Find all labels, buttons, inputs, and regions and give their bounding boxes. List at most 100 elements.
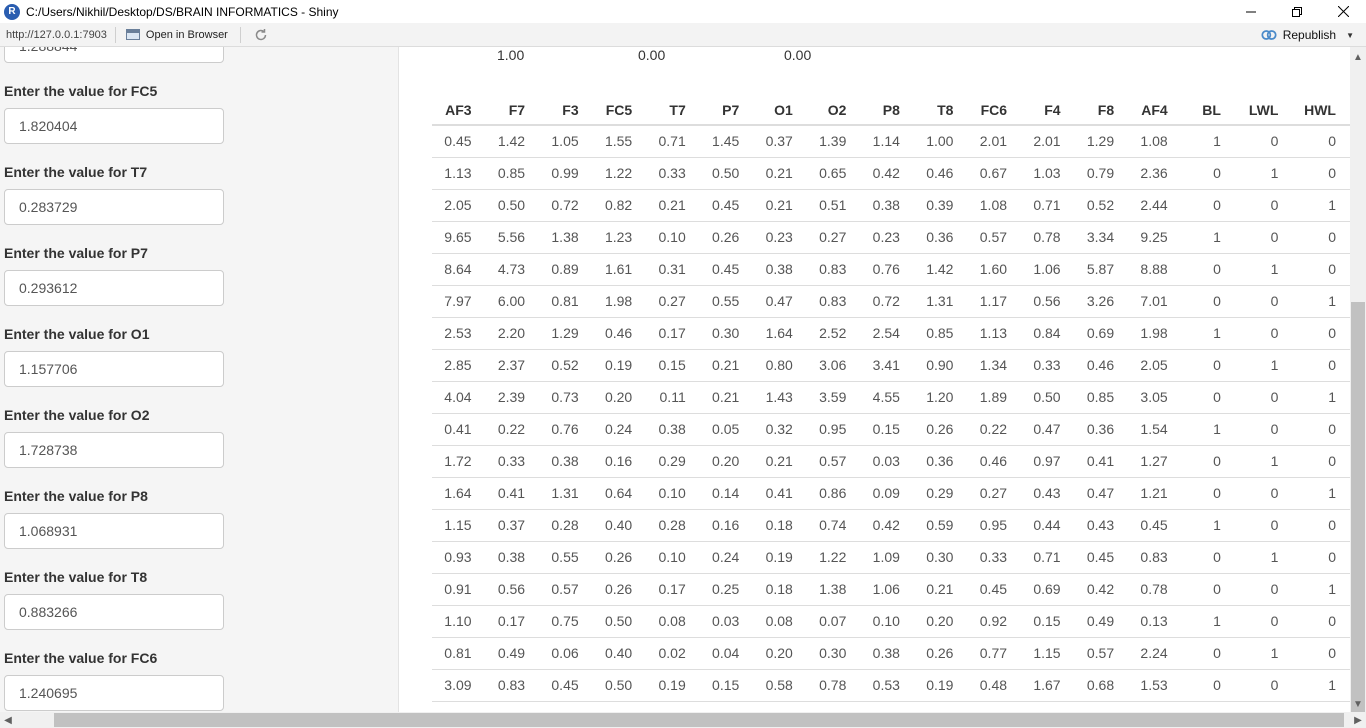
scroll-left-icon[interactable]: ◀ xyxy=(0,712,16,728)
close-icon xyxy=(1337,6,1349,17)
table-cell: 1.64 xyxy=(753,317,807,350)
table-cell: 0.51 xyxy=(806,189,861,222)
refresh-icon[interactable] xyxy=(253,27,269,43)
field-label: Enter the value for O2 xyxy=(4,407,150,423)
republish-button[interactable]: Republish ▼ xyxy=(1261,23,1354,47)
table-cell: 0.78 xyxy=(806,669,861,702)
minimize-button[interactable] xyxy=(1228,0,1274,23)
table-cell: 0.83 xyxy=(806,285,861,318)
table-cell: 0 xyxy=(1234,125,1293,158)
table-cell: 0.38 xyxy=(485,541,540,574)
table-cell: 1.15 xyxy=(1021,637,1075,670)
close-button[interactable] xyxy=(1320,0,1366,23)
fc6-input[interactable]: 1.240695 xyxy=(4,675,224,711)
table-cell: 0.32 xyxy=(753,413,807,446)
horizontal-scroll-thumb[interactable] xyxy=(54,713,1344,727)
chevron-down-icon[interactable]: ▼ xyxy=(1346,31,1354,40)
table-cell: 0.11 xyxy=(646,381,700,414)
vertical-scrollbar[interactable]: ▲ ▼ xyxy=(1350,47,1366,712)
horizontal-scrollbar[interactable]: ◀ ▶ xyxy=(0,712,1366,728)
table-cell: 0.10 xyxy=(646,477,700,510)
scroll-down-icon[interactable]: ▼ xyxy=(1350,696,1366,712)
table-cell: 0.21 xyxy=(913,573,968,606)
table-cell: 0 xyxy=(1181,189,1235,222)
table-cell: 0.57 xyxy=(1074,637,1129,670)
fc5-input[interactable]: 1.820404 xyxy=(4,108,224,144)
table-cell: 1.06 xyxy=(860,573,914,606)
partial-value-input[interactable]: 1.288844 xyxy=(4,47,224,63)
table-cell: 5.87 xyxy=(1074,253,1129,286)
restore-button[interactable] xyxy=(1274,0,1320,23)
table-cell: 0.22 xyxy=(485,413,540,446)
table-cell: 0.24 xyxy=(592,413,647,446)
table-cell: 1 xyxy=(1292,189,1350,222)
table-cell: 1.03 xyxy=(1021,157,1075,190)
title-bar: R C:/Users/Nikhil/Desktop/DS/BRAIN INFOR… xyxy=(0,0,1366,23)
table-cell: 0 xyxy=(1181,349,1235,382)
table-cell: 2.01 xyxy=(967,125,1022,158)
output-value: 0.00 xyxy=(638,47,666,63)
table-cell: 0.27 xyxy=(967,477,1022,510)
table-row: 1.72 0.33 0.38 0.16 0.29 0.20 0.21 0.57 0.03 0.36… xyxy=(432,445,1350,478)
table-cell: 0.45 xyxy=(967,573,1022,606)
table-cell: 0.19 xyxy=(592,349,647,382)
table-cell: 3.41 xyxy=(860,349,914,382)
table-cell: 2.52 xyxy=(806,317,861,350)
table-cell: 0.37 xyxy=(753,125,807,158)
scroll-right-icon[interactable]: ▶ xyxy=(1350,712,1366,728)
o2-input[interactable]: 1.728738 xyxy=(4,432,224,468)
o1-input[interactable]: 1.157706 xyxy=(4,351,224,387)
table-cell: 0.85 xyxy=(913,317,968,350)
t8-input[interactable]: 0.883266 xyxy=(4,594,224,630)
table-cell: 0.30 xyxy=(806,637,861,670)
table-cell: 0.27 xyxy=(646,285,700,318)
table-cell: 2.24 xyxy=(1128,637,1182,670)
scroll-up-icon[interactable]: ▲ xyxy=(1350,49,1366,65)
table-cell: 0.84 xyxy=(1021,317,1075,350)
table-cell: 1.67 xyxy=(1021,669,1075,702)
table-cell: 1 xyxy=(1181,221,1235,254)
table-cell: 0 xyxy=(1181,253,1235,286)
table-cell: 1 xyxy=(1181,413,1235,446)
table-cell: 0.27 xyxy=(806,221,861,254)
table-cell: 0.85 xyxy=(485,157,540,190)
table-cell: 1.21 xyxy=(1128,477,1182,510)
table-cell: 0.10 xyxy=(646,221,700,254)
column-header: F8 xyxy=(1074,95,1129,126)
table-cell: 0.17 xyxy=(646,317,700,350)
table-cell: 1.89 xyxy=(967,381,1022,414)
output-value: 1.00 xyxy=(497,47,525,63)
table-cell: 0 xyxy=(1181,381,1235,414)
table-cell: 0.56 xyxy=(485,573,540,606)
table-cell: 1 xyxy=(1234,637,1293,670)
table-cell: 0 xyxy=(1181,573,1235,606)
table-cell: 6.00 xyxy=(485,285,540,318)
table-cell: 0.73 xyxy=(539,381,593,414)
table-cell: 0 xyxy=(1292,509,1350,542)
table-cell: 0 xyxy=(1234,477,1293,510)
field-label: Enter the value for P7 xyxy=(4,245,148,261)
vertical-scroll-thumb[interactable] xyxy=(1351,302,1365,712)
table-cell: 0.72 xyxy=(539,189,593,222)
table-cell: 0 xyxy=(1181,637,1235,670)
table-cell: 0 xyxy=(1181,477,1235,510)
table-row: 9.65 5.56 1.38 1.23 0.10 0.26 0.23 0.27 0.23 0.36… xyxy=(432,221,1350,254)
t7-input[interactable]: 0.283729 xyxy=(4,189,224,225)
table-row: 2.85 2.37 0.52 0.19 0.15 0.21 0.80 3.06 3.41 0.90… xyxy=(432,349,1350,382)
table-cell: 0.26 xyxy=(592,541,647,574)
table-cell: 0.38 xyxy=(860,637,914,670)
p8-input[interactable]: 1.068931 xyxy=(4,513,224,549)
table-cell: 1.39 xyxy=(806,125,861,158)
table-cell: 1.54 xyxy=(1128,413,1182,446)
open-in-browser-button[interactable]: Open in Browser xyxy=(122,29,232,41)
table-cell: 0.71 xyxy=(646,125,700,158)
publish-icon xyxy=(1261,29,1277,41)
p7-input[interactable]: 0.293612 xyxy=(4,270,224,306)
table-cell: 1.31 xyxy=(539,477,593,510)
table-cell: 9.25 xyxy=(1128,221,1182,254)
table-cell: 0.41 xyxy=(485,477,540,510)
column-header: O2 xyxy=(806,95,861,126)
table-cell: 0.03 xyxy=(699,605,754,638)
table-cell: 0 xyxy=(1292,541,1350,574)
table-cell: 0 xyxy=(1234,605,1293,638)
